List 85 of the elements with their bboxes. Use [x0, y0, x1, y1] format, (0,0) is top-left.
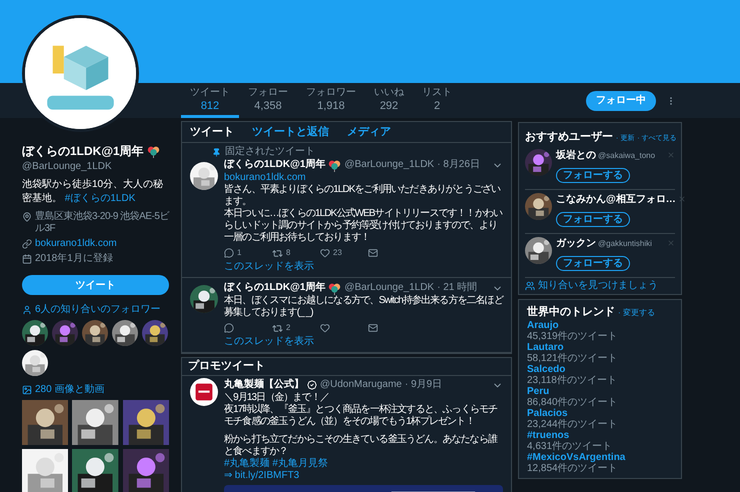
balloons-icon [146, 144, 160, 158]
user-handle: @sakaiwa_tono [598, 150, 656, 162]
trend-count: 23,118件のツイート [527, 375, 618, 386]
timeline-tab[interactable]: メディア [347, 124, 391, 140]
person-icon [22, 304, 32, 314]
retweet-count: 2 [286, 322, 290, 334]
profile-joined: 2018年1月に登録 [35, 253, 113, 265]
reply-icon[interactable] [224, 323, 234, 333]
recommended-title: おすすめユーザー [525, 130, 613, 145]
hashtags[interactable]: #丸亀製麺 #丸亀月見祭 [224, 458, 503, 470]
author-handle: @BarLounge_1LDK [344, 281, 434, 294]
tweet-text: 夜17時以降、『釜玉』とつく商品を一杯注文すると、ふっくらモチモチ食感の釜玉うどん（並）をその場でもう1杯プレゼント！ [224, 404, 498, 428]
trend-name[interactable]: Araujo [527, 320, 673, 331]
retweet-icon[interactable] [272, 248, 283, 258]
follow-button[interactable]: フォローする [556, 168, 630, 182]
profile-bio: 池袋駅から徒歩10分、大人の秘密基地。 #ぼくらの1LDK [22, 178, 164, 206]
tweet-text: 粉から打ち立てだからこその生きている釜玉うどん。あなたなら誰と食べますか？ [224, 434, 499, 458]
trend-name[interactable]: Peru [527, 386, 673, 397]
link-icon [22, 239, 32, 249]
tweet-text: 皆さん、平素よりぼくらの1LDKをご利用いただきありがとうございます。 [224, 184, 502, 208]
reply-icon[interactable] [224, 248, 234, 258]
profile-handle: @BarLounge_1LDK [22, 160, 113, 174]
tweet-text: 本日ついに…ぼくらの1LDK公式WEBサイトリリースです！！かわいらしいドット調のサイトから予約等受け付けておりますので、より一層のご利用お待ちしております！ [224, 208, 503, 244]
follow-button[interactable]: フォローする [556, 256, 630, 270]
retweet-count: 8 [286, 247, 290, 259]
like-icon[interactable] [320, 323, 330, 333]
trend-name[interactable]: #truenos [527, 430, 673, 441]
trend-count: 58,121件のツイート [527, 353, 619, 364]
author-name[interactable]: 丸亀製麺【公式】 [224, 378, 304, 392]
author-name[interactable]: ぼくらの1LDK@1周年 [224, 281, 326, 295]
promoted-heading: プロモツイート [182, 358, 511, 376]
tweet-time[interactable]: · 9月9日 [404, 378, 442, 392]
stat-tab[interactable]: フォロー 4,358 [239, 83, 297, 118]
retweet-icon[interactable] [272, 322, 283, 334]
trend-name[interactable]: Lautaro [527, 342, 673, 353]
message-icon[interactable] [368, 323, 378, 333]
stat-tab[interactable]: フォロワー 1,918 [297, 83, 365, 118]
trend-count: 86,840件のツイート [527, 397, 619, 408]
people-icon [525, 280, 535, 290]
trends-title: 世界中のトレンド [527, 304, 615, 320]
message-icon[interactable] [368, 248, 378, 258]
reply-count: 1 [237, 247, 242, 259]
author-handle: @UdonMarugame [320, 378, 402, 392]
tweet-text: 本日、ぼくスマにお越しになる方で、Switch持参出来る方を二名ほど募集しております(_ _) [224, 295, 503, 319]
profile-url[interactable]: bokurano1ldk.com [35, 238, 117, 250]
user-name[interactable]: ガックン [556, 236, 596, 250]
tweet-time[interactable]: · 21 時間 [437, 281, 478, 295]
like-icon[interactable] [320, 248, 330, 258]
like-count: 23 [333, 247, 342, 259]
image-icon [22, 384, 32, 394]
stat-tab[interactable]: いいね 292 [365, 83, 413, 118]
location-icon [22, 212, 32, 222]
tweet-link[interactable]: ⇒ bit.ly/2IBMFT3 [224, 470, 503, 482]
thread-link[interactable]: このスレッドを表示 [224, 335, 503, 348]
tweet-link[interactable]: bokurano1ldk.com [224, 172, 503, 184]
stat-tab[interactable]: ツイート 812 [181, 83, 239, 118]
media-link[interactable]: 280 画像と動画 [35, 384, 104, 396]
balloons-icon [328, 282, 342, 294]
user-handle: @gakkuntishiki [598, 238, 652, 250]
author-name[interactable]: ぼくらの1LDK@1周年 [224, 158, 326, 172]
trend-name[interactable]: #MexicoVsArgentina [527, 452, 673, 463]
profile-name: ぼくらの1LDK@1周年 [22, 143, 144, 160]
thread-link[interactable]: このスレッドを表示 [224, 260, 503, 273]
known-followers-link[interactable]: 6人の知り合いのフォロワー [35, 304, 161, 316]
calendar-icon [22, 254, 32, 264]
trend-count: 4,631件のツイート [527, 441, 614, 452]
timeline-tab[interactable]: ツイート [190, 124, 234, 140]
profile-location: 豊島区東池袋3-20-9 池袋AE-5ビル3F [35, 211, 169, 235]
user-name[interactable]: こなみかん@相互フォロ… [556, 192, 676, 206]
timeline-tab[interactable]: ツイートと返信 [252, 124, 329, 140]
change-link[interactable]: · 変更する [618, 306, 655, 318]
trend-name[interactable]: Salcedo [527, 364, 673, 375]
follow-button[interactable]: フォローする [556, 212, 630, 226]
tweet-time[interactable]: · 8月26日 [437, 158, 480, 172]
author-handle: @BarLounge_1LDK [344, 158, 434, 172]
trend-count: 23,244件のツイート [527, 419, 619, 430]
trend-count: 45,319件のツイート [527, 331, 619, 342]
pinned-label: 固定されたツイート [225, 146, 315, 158]
user-name[interactable]: 坂岩との [556, 148, 596, 162]
trend-count: 12,854件のツイート [527, 463, 619, 474]
stat-tab[interactable]: リスト 2 [413, 83, 461, 118]
balloons-icon [328, 158, 342, 172]
trend-name[interactable]: Palacios [527, 408, 673, 419]
tweet-text: ＼9月13日（金）まで！／ [224, 392, 330, 404]
find-friends-link[interactable]: 知り合いを見つけましょう [538, 280, 658, 292]
